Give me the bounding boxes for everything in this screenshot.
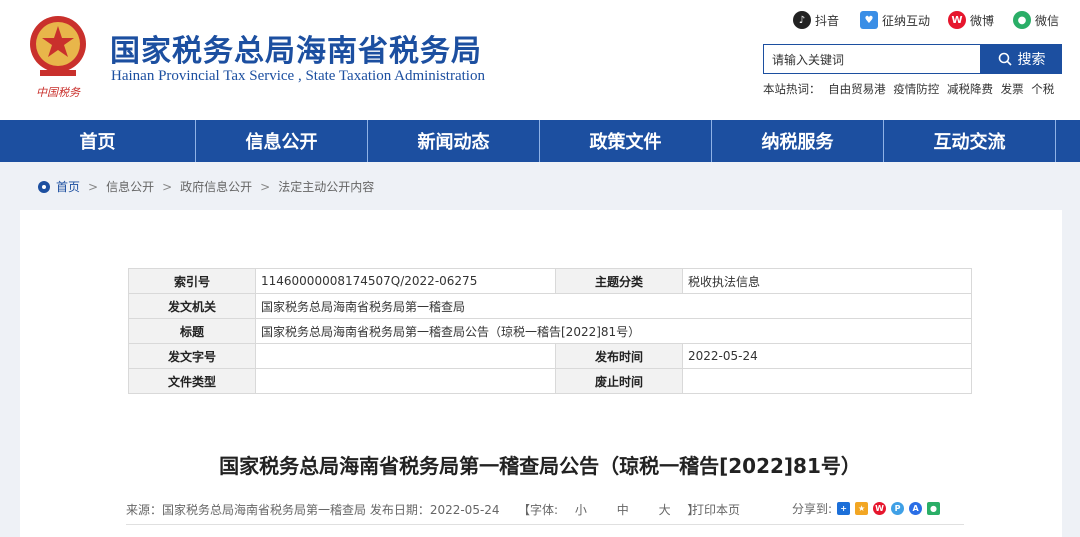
site-subtitle: Hainan Provincial Tax Service , State Ta… <box>111 68 485 84</box>
table-row: 发文机关 国家税务总局海南省税务局第一稽查局 <box>128 293 972 319</box>
font-small-button[interactable]: 小 <box>575 501 587 518</box>
site-title: 国家税务总局海南省税务局 <box>110 34 482 69</box>
hot-word[interactable]: 发票 <box>1001 82 1024 96</box>
douyin-icon: ♪ <box>793 11 811 29</box>
meta-key: 标题 <box>128 318 256 344</box>
share-plus-icon[interactable]: + <box>837 502 851 515</box>
breadcrumb-home[interactable]: 首页 <box>56 178 80 195</box>
meta-value <box>255 343 556 369</box>
main-nav: 首页 信息公开 新闻动态 政策文件 纳税服务 互动交流 <box>0 120 1080 162</box>
site-header: 中国税务 国家税务总局海南省税务局 Hainan Provincial Tax … <box>0 0 1080 120</box>
meta-value <box>255 368 556 394</box>
table-row: 索引号 11460000008174507Q/2022-06275 主题分类 税… <box>128 268 972 294</box>
breadcrumb-current[interactable]: 法定主动公开内容 <box>278 178 374 195</box>
table-row: 文件类型 废止时间 <box>128 368 972 394</box>
search-button[interactable]: 搜索 <box>981 44 1062 74</box>
article-title: 国家税务总局海南省税务局第一稽查局公告（琼税一稽告[2022]81号） <box>219 454 861 478</box>
breadcrumb: 首页 > 信息公开 > 政府信息公开 > 法定主动公开内容 <box>38 178 374 195</box>
document-meta-table: 索引号 11460000008174507Q/2022-06275 主题分类 税… <box>128 268 972 394</box>
table-row: 发文字号 发布时间 2022-05-24 <box>128 343 972 369</box>
meta-value: 11460000008174507Q/2022-06275 <box>255 268 556 294</box>
print-button[interactable]: 打印本页 <box>692 501 740 518</box>
meta-value: 2022-05-24 <box>682 343 972 369</box>
search-input[interactable] <box>763 44 981 74</box>
social-wechat[interactable]: ● 微信 <box>1013 10 1059 30</box>
share-wechat-icon[interactable]: ● <box>927 502 941 515</box>
meta-key: 发文机关 <box>128 293 256 319</box>
hot-word[interactable]: 自由贸易港 <box>828 82 886 96</box>
weibo-icon: W <box>948 11 966 29</box>
interaction-icon: ♥ <box>860 11 878 29</box>
nav-policy[interactable]: 政策文件 <box>540 120 712 162</box>
search-icon <box>998 52 1012 66</box>
breadcrumb-separator: > <box>162 179 173 194</box>
meta-value <box>682 368 972 394</box>
hot-word[interactable]: 个税 <box>1031 82 1054 96</box>
font-large-button[interactable]: 大 <box>659 501 671 518</box>
share-bar: 分享到: + ★ W P A ● <box>792 500 941 517</box>
hot-word[interactable]: 减税降费 <box>947 82 993 96</box>
nav-home[interactable]: 首页 <box>0 120 196 162</box>
tax-emblem-logo[interactable]: 中国税务 <box>22 10 94 102</box>
font-size-selector: 【字体: 小 中 大 】 <box>518 501 699 518</box>
social-weibo[interactable]: W 微博 <box>948 10 994 30</box>
social-interaction[interactable]: ♥ 征纳互动 <box>860 10 930 30</box>
share-label: 分享到: <box>792 502 833 516</box>
meta-value: 税收执法信息 <box>682 268 972 294</box>
font-medium-button[interactable]: 中 <box>617 501 629 518</box>
share-weibo-icon[interactable]: W <box>873 502 887 515</box>
share-favorite-icon[interactable]: ★ <box>855 502 869 515</box>
meta-value: 国家税务总局海南省税务局第一稽查局 <box>255 293 972 319</box>
font-size-label: 【字体: <box>518 503 559 517</box>
emblem-text: 中国税务 <box>36 86 81 99</box>
hot-words: 本站热词： 自由贸易港 疫情防控 减税降费 发票 个税 <box>763 81 1058 97</box>
table-row: 标题 国家税务总局海南省税务局第一稽查局公告（琼税一稽告[2022]81号） <box>128 318 972 344</box>
meta-key: 索引号 <box>128 268 256 294</box>
hot-word[interactable]: 疫情防控 <box>893 82 939 96</box>
article-source: 来源：国家税务总局海南省税务局第一稽查局 发布日期：2022-05-24 <box>126 503 500 517</box>
meta-key: 发布时间 <box>555 343 683 369</box>
meta-value: 国家税务总局海南省税务局第一稽查局公告（琼税一稽告[2022]81号） <box>255 318 972 344</box>
article-info-bar: 来源：国家税务总局海南省税务局第一稽查局 发布日期：2022-05-24 【字体… <box>126 497 964 525</box>
nav-news[interactable]: 新闻动态 <box>368 120 540 162</box>
hot-words-label: 本站热词： <box>763 82 821 96</box>
meta-key: 发文字号 <box>128 343 256 369</box>
social-douyin[interactable]: ♪ 抖音 <box>793 10 839 30</box>
nav-info-disclosure[interactable]: 信息公开 <box>196 120 368 162</box>
share-people-icon[interactable]: A <box>909 502 923 515</box>
meta-key: 文件类型 <box>128 368 256 394</box>
wechat-icon: ● <box>1013 11 1031 29</box>
breadcrumb-info[interactable]: 信息公开 <box>106 178 154 195</box>
nav-tax-service[interactable]: 纳税服务 <box>712 120 884 162</box>
breadcrumb-gov-info[interactable]: 政府信息公开 <box>180 178 252 195</box>
breadcrumb-separator: > <box>88 179 99 194</box>
meta-key: 废止时间 <box>555 368 683 394</box>
meta-key: 主题分类 <box>555 268 683 294</box>
nav-interaction[interactable]: 互动交流 <box>884 120 1056 162</box>
location-icon <box>38 180 50 193</box>
share-qzone-icon[interactable]: P <box>891 502 905 515</box>
breadcrumb-separator: > <box>260 179 271 194</box>
